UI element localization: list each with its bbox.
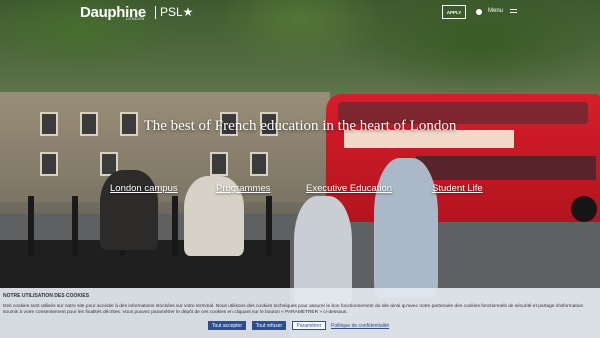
bus-wheel <box>571 196 597 222</box>
logo-subtitle: LONDON <box>126 17 145 21</box>
link-student-life[interactable]: Student Life <box>432 183 483 194</box>
refuse-all-button[interactable]: Tout refuser <box>252 321 286 330</box>
person-student <box>100 170 158 250</box>
globe-icon[interactable] <box>476 9 482 15</box>
cookie-title: NOTRE UTILISATION DES COOKIES <box>3 293 90 299</box>
cookie-text: Des cookies sont utilisés sur notre site… <box>3 304 584 315</box>
red-bus <box>326 94 600 222</box>
apply-button[interactable]: APPLY <box>442 5 466 19</box>
menu-label[interactable]: Menu <box>488 8 503 14</box>
link-london-campus[interactable]: London campus <box>110 183 178 194</box>
building-window <box>250 152 268 176</box>
building-window <box>40 112 58 136</box>
logo-divider <box>155 6 156 19</box>
bus-lower-window <box>416 156 596 180</box>
person-student <box>374 158 438 298</box>
building-window <box>80 112 98 136</box>
hamburger-icon[interactable] <box>510 9 517 14</box>
link-programmes[interactable]: Programmes <box>216 183 270 194</box>
psl-logo: PSL★ <box>160 5 194 19</box>
top-navigation-bar: Dauphine LONDON PSL★ APPLY Menu <box>0 0 600 26</box>
link-executive-education[interactable]: Executive Education <box>306 183 392 194</box>
hero-title: The best of French education in the hear… <box>143 118 457 134</box>
privacy-policy-link[interactable]: Politique de confidentialité <box>331 323 389 329</box>
accept-all-button[interactable]: Tout accepter <box>208 321 246 330</box>
settings-button[interactable]: Paramétrer <box>292 321 326 330</box>
building-window <box>40 152 58 176</box>
hero-links: London campus Programmes Executive Educa… <box>110 183 510 197</box>
cookie-banner: NOTRE UTILISATION DES COOKIES Des cookie… <box>0 288 600 338</box>
building-window <box>210 152 228 176</box>
